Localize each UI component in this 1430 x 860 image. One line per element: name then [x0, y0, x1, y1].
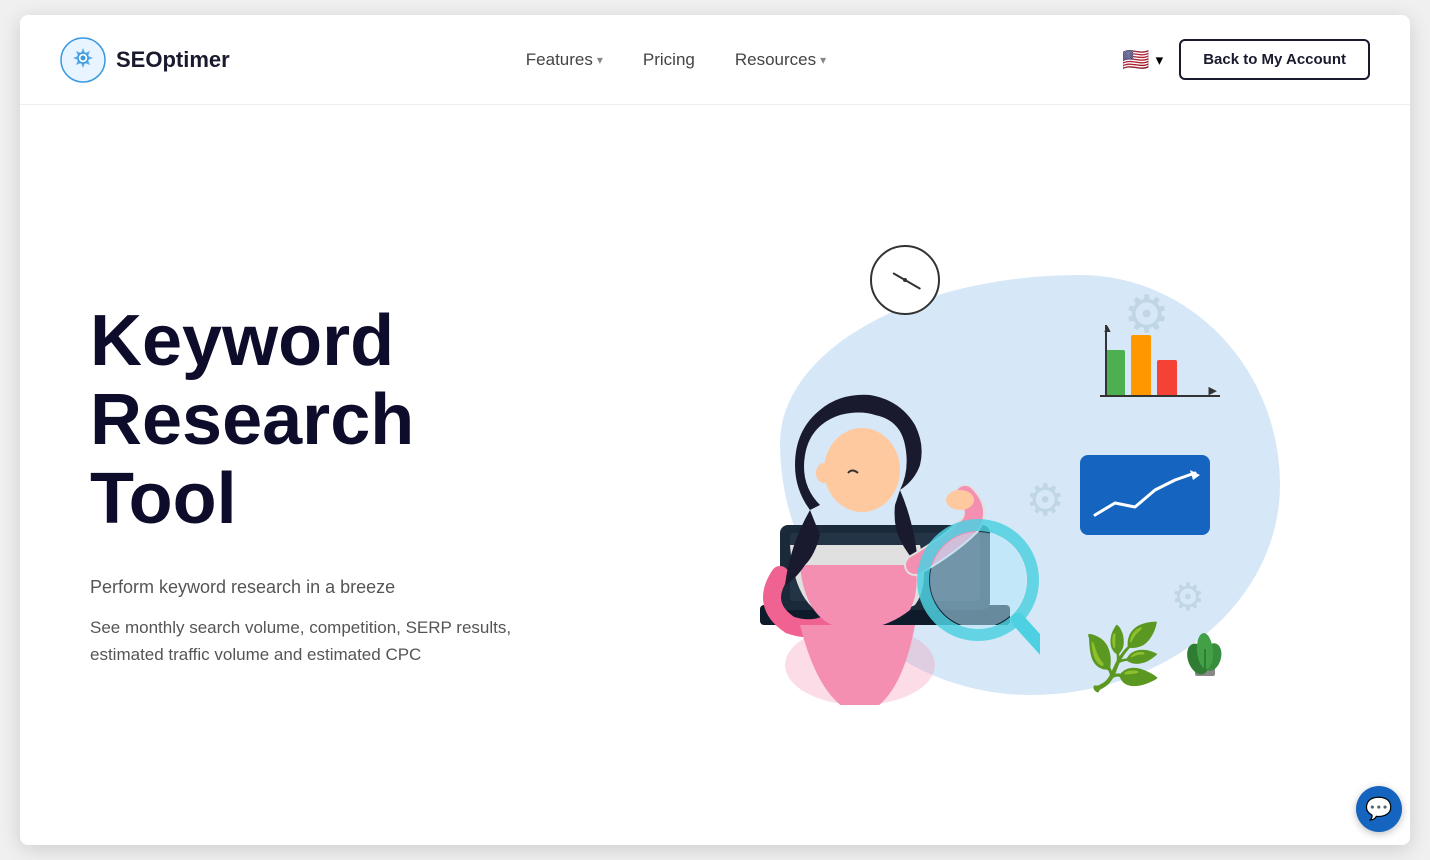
- language-selector[interactable]: 🇺🇸 ▾: [1122, 47, 1163, 73]
- hero-title-line2: Research: [90, 381, 414, 460]
- hero-right: ⚙ ⚙ ⚙ ▲ ▶: [530, 105, 1370, 845]
- features-chevron-icon: ▾: [597, 53, 603, 67]
- nav-right: 🇺🇸 ▾ Back to My Account: [1122, 39, 1370, 80]
- chart-axis-horizontal: [1100, 395, 1220, 397]
- nav-pricing-label: Pricing: [643, 50, 695, 70]
- chart-arrow-right-icon: ▶: [1209, 384, 1217, 397]
- bar-red: [1157, 360, 1177, 395]
- trend-chart-box: [1080, 455, 1210, 535]
- chart-axis-vertical: [1105, 325, 1107, 397]
- navbar: SEOptimer Features ▾ Pricing Resources ▾: [20, 15, 1410, 105]
- hero-title-line3: Tool: [90, 459, 237, 539]
- chart-arrow-up-icon: ▲: [1102, 323, 1113, 335]
- nav-links: Features ▾ Pricing Resources ▾: [526, 50, 826, 70]
- nav-resources-label: Resources: [735, 50, 816, 70]
- person-svg: [700, 325, 1040, 705]
- bar-green: [1105, 350, 1125, 395]
- chat-icon: 💬: [1365, 796, 1392, 822]
- plant-svg: [1180, 609, 1230, 679]
- illustration-container: ⚙ ⚙ ⚙ ▲ ▶: [640, 195, 1260, 755]
- logo-text: SEOptimer: [116, 47, 230, 73]
- person-illustration: [700, 325, 1040, 705]
- nav-item-features[interactable]: Features ▾: [526, 50, 603, 70]
- hero-section: Keyword Research Tool Perform keyword re…: [20, 105, 1410, 845]
- bar-chart: ▲ ▶: [1100, 325, 1220, 415]
- bar-orange: [1131, 335, 1151, 395]
- nav-features-label: Features: [526, 50, 593, 70]
- hero-left: Keyword Research Tool Perform keyword re…: [90, 105, 530, 845]
- clock-center-dot: [903, 278, 907, 282]
- flag-icon: 🇺🇸: [1122, 47, 1149, 73]
- hero-description: See monthly search volume, competition, …: [90, 614, 530, 668]
- nav-item-pricing[interactable]: Pricing: [643, 50, 695, 70]
- nav-item-resources[interactable]: Resources ▾: [735, 50, 826, 70]
- logo-icon: [60, 37, 106, 83]
- back-to-account-button[interactable]: Back to My Account: [1179, 39, 1370, 80]
- chat-button[interactable]: 💬: [1356, 786, 1402, 832]
- logo-link[interactable]: SEOptimer: [60, 37, 230, 83]
- chart-bars: ▲: [1100, 325, 1220, 395]
- clock-minute-hand: [905, 279, 922, 290]
- hero-title: Keyword Research Tool: [90, 302, 530, 540]
- clock-icon: [870, 245, 940, 315]
- trend-chart-svg: [1090, 465, 1200, 525]
- resources-chevron-icon: ▾: [820, 53, 826, 67]
- language-chevron-icon: ▾: [1156, 51, 1164, 69]
- hero-subtitle: Perform keyword research in a breeze: [90, 577, 530, 598]
- plant-icon: 🌿: [1083, 609, 1230, 695]
- clock-face: [880, 255, 930, 305]
- hero-title-line1: Keyword: [90, 301, 394, 381]
